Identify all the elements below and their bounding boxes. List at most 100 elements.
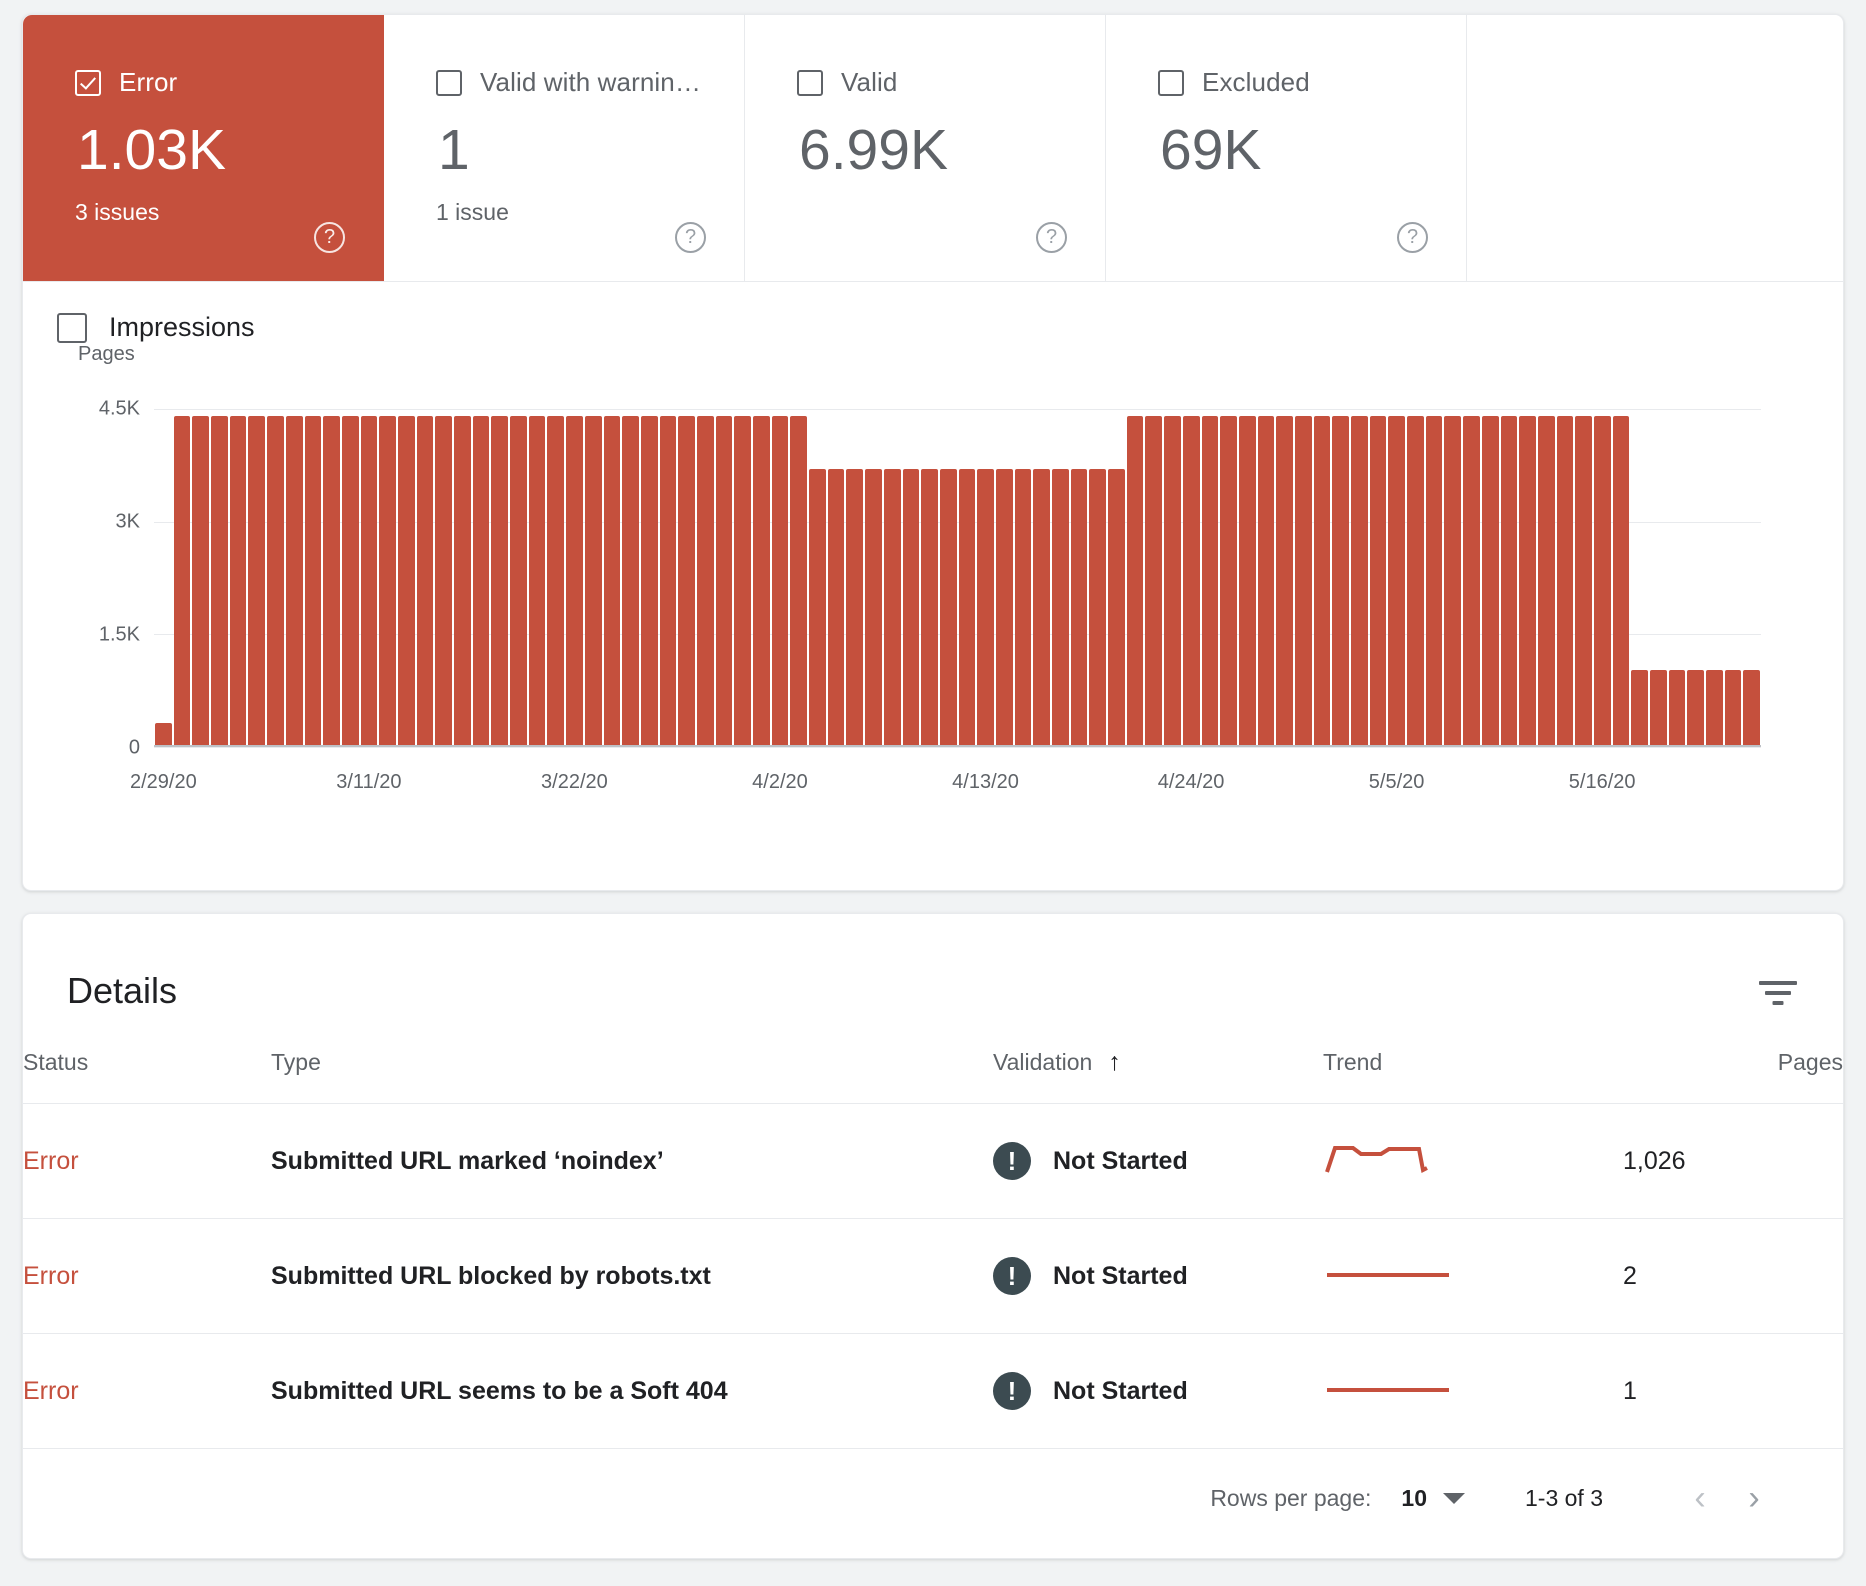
- table-row[interactable]: ErrorSubmitted URL blocked by robots.txt…: [23, 1219, 1843, 1334]
- bar[interactable]: [1743, 670, 1760, 745]
- checkbox-impressions[interactable]: [57, 313, 87, 343]
- bar[interactable]: [342, 416, 359, 745]
- column-header-trend[interactable]: Trend: [1323, 1026, 1623, 1104]
- bar[interactable]: [566, 416, 583, 745]
- column-header-validation[interactable]: Validation↑: [993, 1026, 1323, 1104]
- bar[interactable]: [435, 416, 452, 745]
- bar[interactable]: [884, 469, 901, 745]
- bar[interactable]: [1183, 416, 1200, 745]
- chevron-down-icon[interactable]: [1443, 1493, 1465, 1504]
- bar[interactable]: [1276, 416, 1293, 745]
- next-page-button[interactable]: ›: [1727, 1479, 1781, 1518]
- bar[interactable]: [1108, 469, 1125, 745]
- bar[interactable]: [865, 469, 882, 745]
- bar[interactable]: [921, 469, 938, 745]
- bar[interactable]: [585, 416, 602, 745]
- bar[interactable]: [1407, 416, 1424, 745]
- bar[interactable]: [678, 416, 695, 745]
- help-icon[interactable]: ?: [314, 222, 345, 253]
- bar[interactable]: [959, 469, 976, 745]
- bar[interactable]: [1052, 469, 1069, 745]
- bar[interactable]: [1501, 416, 1518, 745]
- bar[interactable]: [940, 469, 957, 745]
- bar[interactable]: [323, 416, 340, 745]
- bar[interactable]: [248, 416, 265, 745]
- bar[interactable]: [398, 416, 415, 745]
- bar[interactable]: [846, 469, 863, 745]
- bar[interactable]: [772, 416, 789, 745]
- bar[interactable]: [379, 416, 396, 745]
- bar[interactable]: [1613, 416, 1630, 745]
- bar[interactable]: [286, 416, 303, 745]
- bar[interactable]: [1202, 416, 1219, 745]
- bar[interactable]: [1071, 469, 1088, 745]
- bar[interactable]: [1463, 416, 1480, 745]
- bar[interactable]: [547, 416, 564, 745]
- bar[interactable]: [1519, 416, 1536, 745]
- bar[interactable]: [491, 416, 508, 745]
- bar[interactable]: [1089, 469, 1106, 745]
- rows-per-page-value[interactable]: 10: [1401, 1485, 1427, 1512]
- bar[interactable]: [1650, 670, 1667, 745]
- bar[interactable]: [1669, 670, 1686, 745]
- bar[interactable]: [1145, 416, 1162, 745]
- bar[interactable]: [660, 416, 677, 745]
- bar[interactable]: [622, 416, 639, 745]
- bar[interactable]: [1575, 416, 1592, 745]
- bar[interactable]: [1258, 416, 1275, 745]
- column-header-type[interactable]: Type: [271, 1026, 993, 1104]
- bar[interactable]: [1426, 416, 1443, 745]
- bar[interactable]: [510, 416, 527, 745]
- bar[interactable]: [753, 416, 770, 745]
- checkbox-valid-with-warnings[interactable]: [436, 70, 462, 96]
- bar[interactable]: [417, 416, 434, 745]
- bar[interactable]: [192, 416, 209, 745]
- bar[interactable]: [1594, 416, 1611, 745]
- bar[interactable]: [903, 469, 920, 745]
- bar[interactable]: [454, 416, 471, 745]
- bar[interactable]: [1314, 416, 1331, 745]
- bar[interactable]: [1482, 416, 1499, 745]
- status-tile-valid[interactable]: Valid 6.99K ?: [745, 15, 1106, 281]
- impressions-toggle[interactable]: Impressions: [23, 312, 1843, 343]
- bar[interactable]: [1631, 670, 1648, 745]
- bar[interactable]: [1220, 416, 1237, 745]
- table-row[interactable]: ErrorSubmitted URL seems to be a Soft 40…: [23, 1334, 1843, 1449]
- bar[interactable]: [977, 469, 994, 745]
- help-icon[interactable]: ?: [1036, 222, 1067, 253]
- checkbox-error[interactable]: [75, 70, 101, 96]
- bar[interactable]: [174, 416, 191, 745]
- bar[interactable]: [809, 469, 826, 745]
- status-tile-valid-with-warnings[interactable]: Valid with warnin… 1 1 issue ?: [384, 15, 745, 281]
- bar[interactable]: [1332, 416, 1349, 745]
- column-header-status[interactable]: Status: [23, 1026, 271, 1104]
- bar[interactable]: [1444, 416, 1461, 745]
- bar[interactable]: [473, 416, 490, 745]
- bar[interactable]: [1239, 416, 1256, 745]
- bar[interactable]: [305, 416, 322, 745]
- bar[interactable]: [716, 416, 733, 745]
- bar[interactable]: [1164, 416, 1181, 745]
- bar[interactable]: [1388, 416, 1405, 745]
- bar[interactable]: [1033, 469, 1050, 745]
- bar[interactable]: [1725, 670, 1742, 745]
- bar[interactable]: [604, 416, 621, 745]
- bar[interactable]: [641, 416, 658, 745]
- status-tile-excluded[interactable]: Excluded 69K ?: [1106, 15, 1467, 281]
- bar[interactable]: [1538, 416, 1555, 745]
- checkbox-valid[interactable]: [797, 70, 823, 96]
- status-tile-error[interactable]: Error 1.03K 3 issues ?: [23, 15, 384, 281]
- bar[interactable]: [1557, 416, 1574, 745]
- bar[interactable]: [996, 469, 1013, 745]
- bar[interactable]: [1706, 670, 1723, 745]
- bar[interactable]: [267, 416, 284, 745]
- bar[interactable]: [828, 469, 845, 745]
- bar[interactable]: [155, 723, 172, 745]
- bar[interactable]: [697, 416, 714, 745]
- checkbox-excluded[interactable]: [1158, 70, 1184, 96]
- bar[interactable]: [1351, 416, 1368, 745]
- previous-page-button[interactable]: ‹: [1673, 1479, 1727, 1518]
- table-row[interactable]: ErrorSubmitted URL marked ‘noindex’!Not …: [23, 1104, 1843, 1219]
- column-header-pages[interactable]: Pages: [1623, 1026, 1843, 1104]
- bar[interactable]: [361, 416, 378, 745]
